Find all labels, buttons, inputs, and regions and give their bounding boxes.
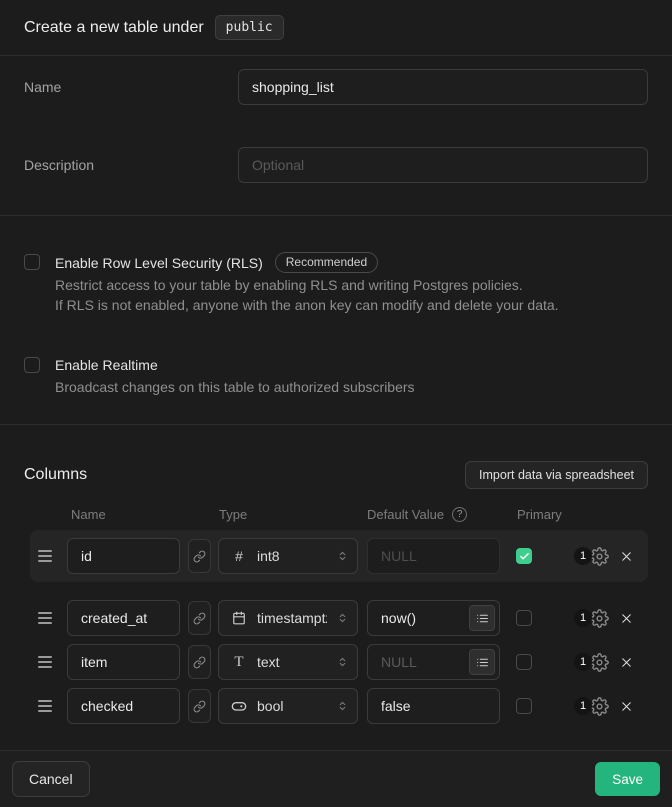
chevron-up-down-icon bbox=[337, 655, 348, 669]
column-type-select[interactable]: # int8 bbox=[218, 538, 358, 574]
column-default-input[interactable] bbox=[367, 688, 500, 724]
gear-icon[interactable] bbox=[589, 652, 609, 672]
gear-icon[interactable] bbox=[589, 696, 609, 716]
realtime-toggle-block: Enable Realtime Broadcast changes on thi… bbox=[24, 355, 648, 397]
name-field-row: Name bbox=[24, 69, 648, 105]
calendar-icon bbox=[231, 611, 247, 625]
realtime-description: Broadcast changes on this table to autho… bbox=[55, 377, 415, 397]
column-row-checked: bool 1 bbox=[24, 688, 648, 724]
primary-key-checkbox[interactable] bbox=[516, 654, 532, 670]
toggle-icon bbox=[231, 698, 247, 714]
link-icon bbox=[193, 656, 206, 669]
column-name-input[interactable] bbox=[67, 600, 180, 636]
delete-column-icon[interactable] bbox=[618, 654, 634, 670]
foreign-key-button[interactable] bbox=[188, 645, 211, 679]
column-header-type: Type bbox=[218, 508, 367, 522]
drag-handle-icon[interactable] bbox=[38, 656, 52, 668]
description-field-row: Description bbox=[24, 147, 648, 183]
hash-icon: # bbox=[231, 548, 247, 564]
settings-count-badge: 1 bbox=[574, 547, 592, 565]
primary-key-checkbox[interactable] bbox=[516, 548, 532, 564]
columns-section: Columns Import data via spreadsheet Name… bbox=[0, 425, 672, 750]
drag-handle-icon[interactable] bbox=[38, 612, 52, 624]
settings-count-badge: 1 bbox=[574, 697, 592, 715]
rls-checkbox[interactable] bbox=[24, 254, 40, 270]
foreign-key-button[interactable] bbox=[188, 601, 211, 635]
schema-chip: public bbox=[215, 15, 284, 41]
recommended-badge: Recommended bbox=[275, 252, 378, 273]
column-header-name: Name bbox=[67, 508, 218, 522]
primary-key-checkbox[interactable] bbox=[516, 610, 532, 626]
rls-label: Enable Row Level Security (RLS) bbox=[55, 253, 263, 273]
column-default-input bbox=[367, 538, 500, 574]
table-name-input[interactable] bbox=[238, 69, 648, 105]
table-info-section: Name Description bbox=[0, 56, 672, 216]
link-icon bbox=[193, 700, 206, 713]
delete-column-icon[interactable] bbox=[618, 548, 634, 564]
text-type-icon: T bbox=[231, 654, 247, 671]
drag-handle-icon[interactable] bbox=[38, 550, 52, 562]
gear-icon[interactable] bbox=[589, 608, 609, 628]
column-header-primary: Primary bbox=[516, 508, 562, 522]
foreign-key-button[interactable] bbox=[188, 689, 211, 723]
default-value-list-button[interactable] bbox=[469, 649, 495, 675]
panel-header: Create a new table under public bbox=[0, 0, 672, 56]
toggles-section: Enable Row Level Security (RLS) Recommen… bbox=[0, 216, 672, 425]
cancel-button[interactable]: Cancel bbox=[12, 761, 90, 797]
realtime-label: Enable Realtime bbox=[55, 355, 158, 375]
check-icon bbox=[519, 551, 530, 562]
columns-title: Columns bbox=[24, 466, 87, 484]
column-name-input[interactable] bbox=[67, 688, 180, 724]
link-icon bbox=[193, 612, 206, 625]
primary-key-checkbox[interactable] bbox=[516, 698, 532, 714]
column-row-id: # int8 1 bbox=[30, 530, 648, 582]
import-data-button[interactable]: Import data via spreadsheet bbox=[465, 461, 648, 489]
create-table-panel: Create a new table under public Name Des… bbox=[0, 0, 672, 787]
drag-handle-icon[interactable] bbox=[38, 700, 52, 712]
columns-header-row: Name Type Default Value ? Primary bbox=[0, 507, 672, 522]
description-label: Description bbox=[24, 147, 238, 173]
table-description-input[interactable] bbox=[238, 147, 648, 183]
name-label: Name bbox=[24, 69, 238, 95]
column-name-input[interactable] bbox=[67, 644, 180, 680]
settings-count-badge: 1 bbox=[574, 609, 592, 627]
rls-description-line1: Restrict access to your table by enablin… bbox=[55, 275, 559, 295]
delete-column-icon[interactable] bbox=[618, 610, 634, 626]
panel-footer: Cancel Save bbox=[0, 750, 672, 807]
column-type-select[interactable]: T text bbox=[218, 644, 358, 680]
page-title: Create a new table under bbox=[24, 19, 204, 37]
settings-count-badge: 1 bbox=[574, 653, 592, 671]
column-row-item: T text 1 bbox=[24, 644, 648, 680]
rls-toggle-block: Enable Row Level Security (RLS) Recommen… bbox=[24, 252, 648, 315]
chevron-up-down-icon bbox=[337, 549, 348, 563]
default-value-list-button[interactable] bbox=[469, 605, 495, 631]
realtime-checkbox[interactable] bbox=[24, 357, 40, 373]
column-name-input[interactable] bbox=[67, 538, 180, 574]
column-row-created-at: timestamptz 1 bbox=[24, 600, 648, 636]
foreign-key-button[interactable] bbox=[188, 539, 211, 573]
delete-column-icon[interactable] bbox=[618, 698, 634, 714]
column-header-default: Default Value bbox=[367, 508, 444, 522]
rls-description-line2: If RLS is not enabled, anyone with the a… bbox=[55, 295, 559, 315]
chevron-up-down-icon bbox=[337, 611, 348, 625]
chevron-up-down-icon bbox=[337, 699, 348, 713]
column-type-select[interactable]: timestamptz bbox=[218, 600, 358, 636]
save-button[interactable]: Save bbox=[595, 762, 660, 796]
help-icon[interactable]: ? bbox=[452, 507, 467, 522]
gear-icon[interactable] bbox=[589, 546, 609, 566]
link-icon bbox=[193, 550, 206, 563]
column-type-select[interactable]: bool bbox=[218, 688, 358, 724]
